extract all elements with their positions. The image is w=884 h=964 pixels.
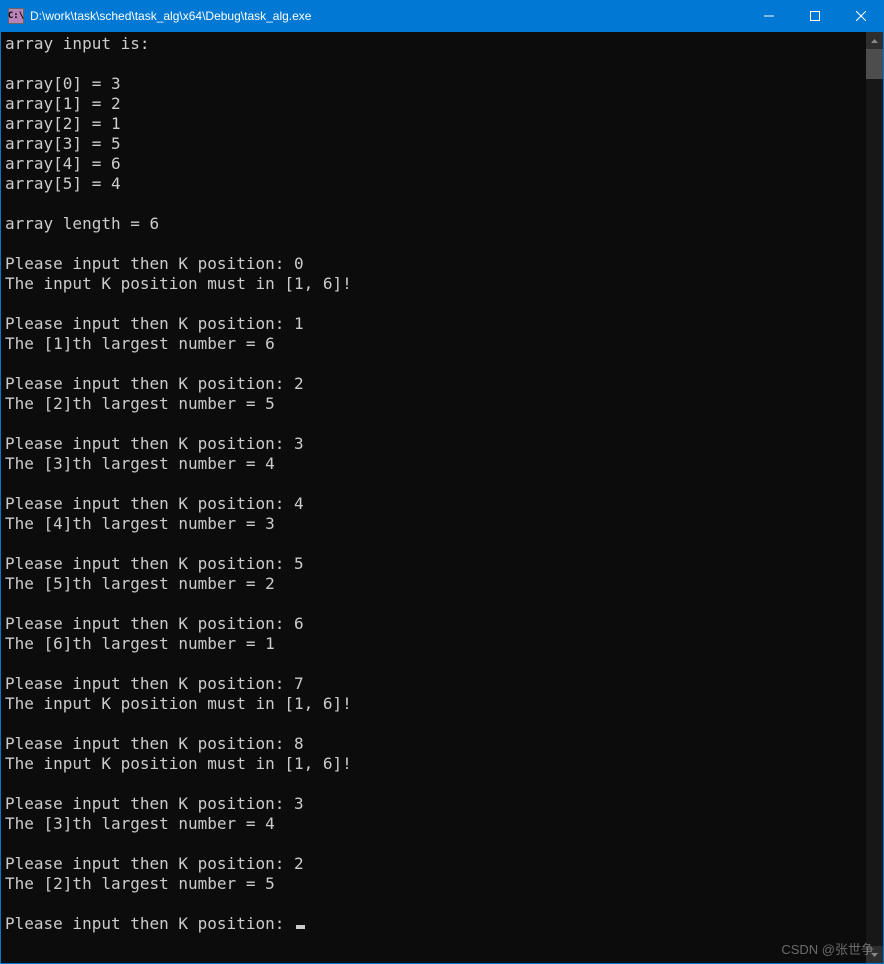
console-line: The [2]th largest number = 5 — [5, 394, 275, 413]
console-line: array length = 6 — [5, 214, 159, 233]
console-line: The [2]th largest number = 5 — [5, 874, 275, 893]
titlebar[interactable]: C:\ D:\work\task\sched\task_alg\x64\Debu… — [0, 0, 884, 32]
scroll-up-button[interactable] — [866, 32, 883, 49]
close-button[interactable] — [838, 0, 884, 32]
console-line: Please input then K position: 3 — [5, 434, 304, 453]
console-line: array[4] = 6 — [5, 154, 121, 173]
console-line: The [3]th largest number = 4 — [5, 454, 275, 473]
console-line: The [5]th largest number = 2 — [5, 574, 275, 593]
console-line: The input K position must in [1, 6]! — [5, 754, 352, 773]
console-line: Please input then K position: 2 — [5, 374, 304, 393]
console-line: Please input then K position: 8 — [5, 734, 304, 753]
console-line: array[3] = 5 — [5, 134, 121, 153]
console-window: C:\ D:\work\task\sched\task_alg\x64\Debu… — [0, 0, 884, 964]
maximize-button[interactable] — [792, 0, 838, 32]
vertical-scrollbar[interactable] — [866, 32, 883, 963]
console-line: Please input then K position: — [5, 914, 294, 933]
window-title: D:\work\task\sched\task_alg\x64\Debug\ta… — [30, 9, 746, 23]
console-line: The [1]th largest number = 6 — [5, 334, 275, 353]
console-line: The input K position must in [1, 6]! — [5, 274, 352, 293]
console-line: Please input then K position: 0 — [5, 254, 304, 273]
console-line: The [3]th largest number = 4 — [5, 814, 275, 833]
maximize-icon — [810, 11, 820, 21]
console-area: array input is: array[0] = 3 array[1] = … — [0, 32, 884, 964]
console-line: Please input then K position: 5 — [5, 554, 304, 573]
minimize-icon — [764, 11, 774, 21]
console-line: Please input then K position: 2 — [5, 854, 304, 873]
console-line: The input K position must in [1, 6]! — [5, 694, 352, 713]
console-output[interactable]: array input is: array[0] = 3 array[1] = … — [1, 32, 866, 963]
console-line: array[2] = 1 — [5, 114, 121, 133]
close-icon — [856, 11, 866, 21]
chevron-up-icon — [871, 39, 878, 43]
console-line: The [6]th largest number = 1 — [5, 634, 275, 653]
console-line: Please input then K position: 3 — [5, 794, 304, 813]
console-line: array[5] = 4 — [5, 174, 121, 193]
minimize-button[interactable] — [746, 0, 792, 32]
console-line: array[1] = 2 — [5, 94, 121, 113]
console-line: Please input then K position: 4 — [5, 494, 304, 513]
cursor — [296, 925, 305, 929]
watermark: CSDN @张世争 — [781, 939, 874, 958]
console-line: Please input then K position: 1 — [5, 314, 304, 333]
window-controls — [746, 0, 884, 32]
console-line: Please input then K position: 7 — [5, 674, 304, 693]
app-icon: C:\ — [8, 8, 24, 24]
console-line: array[0] = 3 — [5, 74, 121, 93]
console-line: Please input then K position: 6 — [5, 614, 304, 633]
console-line: array input is: — [5, 34, 150, 53]
scrollbar-track[interactable] — [866, 49, 883, 946]
scrollbar-thumb[interactable] — [866, 49, 883, 79]
console-line: The [4]th largest number = 3 — [5, 514, 275, 533]
